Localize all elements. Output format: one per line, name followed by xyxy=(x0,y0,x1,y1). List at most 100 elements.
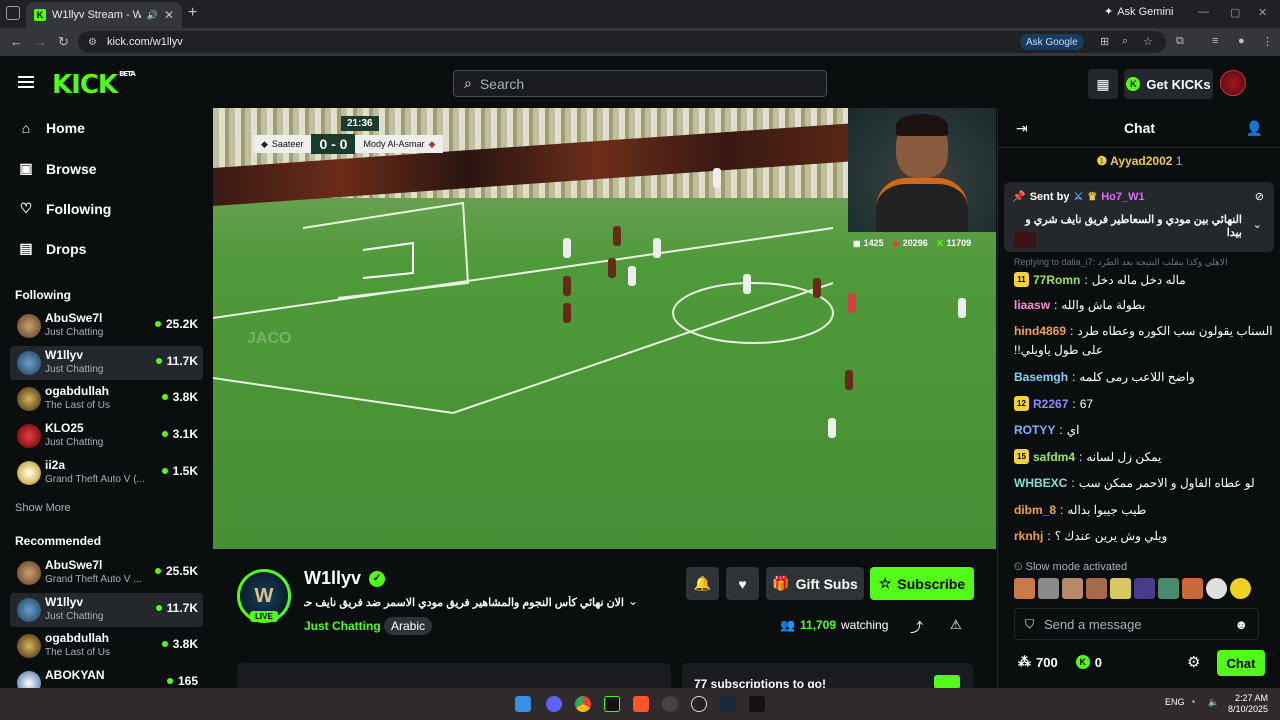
start-icon[interactable] xyxy=(515,696,531,712)
chat-username[interactable]: Basemgh xyxy=(1014,370,1068,384)
recommended-channel[interactable]: ogabdullah The Last of Us 3.8K xyxy=(10,629,203,663)
language-indicator[interactable]: ENG xyxy=(1165,697,1185,707)
following-channel[interactable]: ogabdullah The Last of Us 3.8K xyxy=(10,382,203,416)
video-player[interactable]: JACO 21:36 ◆ Saateer 0 - 0 Mody Al-Asmar ◆… xyxy=(213,108,996,549)
following-channel[interactable]: W1llyv Just Chatting 11.7K xyxy=(10,346,203,380)
show-more-link[interactable]: Show More xyxy=(15,502,71,514)
expand-pin-chevron-icon[interactable]: ⌄ xyxy=(1253,218,1262,231)
recommended-channel[interactable]: AbuSwe7l Grand Theft Auto V ... 25.5K xyxy=(10,556,203,590)
emote[interactable] xyxy=(1014,578,1035,599)
ask-google-button[interactable]: Ask Google xyxy=(1020,34,1084,50)
emote[interactable] xyxy=(1062,578,1083,599)
stream-tag[interactable]: Arabic xyxy=(384,617,433,635)
new-tab-icon[interactable]: + xyxy=(188,4,197,22)
pinned-username[interactable]: Ho7_W1 xyxy=(1101,191,1144,203)
nav-home[interactable]: ⌂ Home xyxy=(18,120,85,136)
goal-action-button[interactable] xyxy=(934,675,960,688)
site-info-icon[interactable]: ⚙ xyxy=(88,37,97,48)
streamer-name[interactable]: W1llyv xyxy=(304,568,361,589)
chat-username[interactable]: WHBEXC xyxy=(1014,476,1067,490)
wifi-icon[interactable]: ◔ xyxy=(1190,697,1195,707)
share-icon[interactable]: ⤴ xyxy=(910,617,923,636)
reload-icon[interactable]: ↻ xyxy=(58,34,69,50)
tab-list-icon[interactable] xyxy=(6,6,20,20)
get-kicks-button[interactable]: K Get KICKs xyxy=(1124,69,1213,99)
app-icon[interactable] xyxy=(749,696,765,712)
chat-input-box[interactable]: ⛉ ☻ xyxy=(1014,608,1259,640)
follow-button[interactable]: ♥ xyxy=(726,567,759,600)
recommended-channel[interactable]: W1llyv Just Chatting 11.7K xyxy=(10,593,203,627)
chevron-down-icon[interactable]: ⌄ xyxy=(628,594,638,608)
nav-following[interactable]: ♡ Following xyxy=(18,200,112,217)
gift-subs-button[interactable]: 🎁 Gift Subs xyxy=(766,567,864,600)
chat-username[interactable]: hind4869 xyxy=(1014,324,1066,338)
zoom-icon[interactable]: ⌕ xyxy=(1122,35,1128,48)
back-icon[interactable]: ← xyxy=(10,34,23,49)
chat-username[interactable]: liaasw xyxy=(1014,298,1050,312)
minimize-icon[interactable]: — xyxy=(1198,6,1209,18)
stream-category-link[interactable]: Just Chatting xyxy=(304,619,381,633)
following-channel[interactable]: ii2a Grand Theft Auto V (... 1.5K xyxy=(10,456,203,490)
emoji-icon[interactable]: ☻ xyxy=(1234,617,1248,632)
chat-username[interactable]: safdm4 xyxy=(1033,450,1075,464)
search-input[interactable] xyxy=(479,75,800,92)
send-chat-button[interactable]: Chat xyxy=(1217,650,1265,676)
hide-pin-icon[interactable]: ⊘ xyxy=(1255,190,1264,203)
chrome-icon[interactable] xyxy=(575,696,591,712)
chat-settings-gear-icon[interactable]: ⚙ xyxy=(1187,653,1200,671)
emote[interactable] xyxy=(1206,578,1227,599)
close-tab-icon[interactable]: ✕ xyxy=(164,8,174,22)
extensions-icon[interactable]: ⧉ xyxy=(1176,35,1184,48)
chat-username[interactable]: R2267 xyxy=(1033,397,1068,411)
bookmark-star-icon[interactable]: ☆ xyxy=(1143,35,1153,48)
nav-browse[interactable]: ▣ Browse xyxy=(18,160,96,177)
chat-users-icon[interactable]: 👤 xyxy=(1246,120,1263,137)
profile-icon[interactable]: ● xyxy=(1238,35,1245,47)
emote[interactable] xyxy=(1110,578,1131,599)
report-icon[interactable]: ⚠ xyxy=(950,617,962,633)
emote[interactable] xyxy=(1038,578,1059,599)
url-field[interactable]: ⚙ kick.com/w1llyv xyxy=(78,31,1166,53)
kicks-balance[interactable]: K0 xyxy=(1075,655,1102,670)
translate-icon[interactable]: ⊞ xyxy=(1100,35,1109,48)
nav-drops[interactable]: ▤ Drops xyxy=(18,240,86,257)
recommended-channel[interactable]: ABOKYAN 165 xyxy=(10,666,203,688)
volume-icon[interactable]: 🔈 xyxy=(1208,697,1219,708)
obs-icon[interactable] xyxy=(662,696,678,712)
chat-username[interactable]: rknhj xyxy=(1014,529,1043,543)
maximize-icon[interactable]: ▢ xyxy=(1230,6,1240,19)
kick-logo[interactable]: KICK BETA xyxy=(52,70,136,100)
steam-icon[interactable] xyxy=(720,696,736,712)
chat-username[interactable]: ROTYY xyxy=(1014,423,1055,437)
discord-icon[interactable] xyxy=(546,696,562,712)
emote[interactable] xyxy=(1134,578,1155,599)
forward-icon[interactable]: → xyxy=(34,34,47,49)
chat-username[interactable]: 77Romn xyxy=(1033,273,1080,287)
kick-app-icon[interactable] xyxy=(604,696,620,712)
ask-gemini-button[interactable]: ✦ Ask Gemini xyxy=(1104,5,1173,19)
reading-list-icon[interactable]: ≡ xyxy=(1212,35,1218,47)
browser-menu-icon[interactable]: ⋮ xyxy=(1262,35,1273,48)
audio-icon[interactable]: 🔊 xyxy=(147,10,158,21)
subscribe-button[interactable]: ☆ Subscribe xyxy=(870,567,974,600)
emote[interactable] xyxy=(1086,578,1107,599)
notification-bell-button[interactable]: 🔔 xyxy=(686,567,719,600)
user-avatar[interactable] xyxy=(1220,70,1246,96)
browser-tab[interactable]: K W1llyv Stream - Watch Live 🔊 ✕ xyxy=(26,2,182,28)
chat-input[interactable] xyxy=(1044,616,1225,632)
chat-username[interactable]: dibm_8 xyxy=(1014,503,1056,517)
following-channel[interactable]: KLO25 Just Chatting 3.1K xyxy=(10,419,203,453)
browse-grid-button[interactable]: ▦ xyxy=(1088,69,1118,99)
app-icon[interactable] xyxy=(691,696,707,712)
brave-icon[interactable] xyxy=(633,696,649,712)
emote[interactable] xyxy=(1230,578,1251,599)
following-channel[interactable]: AbuSwe7l Just Chatting 25.2K xyxy=(10,309,203,343)
top-gifter[interactable]: ❶ Ayyad2002 1 xyxy=(998,154,1280,168)
emote[interactable] xyxy=(1182,578,1203,599)
close-window-icon[interactable]: ✕ xyxy=(1258,6,1267,19)
search-bar[interactable]: ⌕ xyxy=(453,70,827,97)
menu-icon[interactable] xyxy=(18,76,34,88)
emote[interactable] xyxy=(1158,578,1179,599)
system-clock[interactable]: 2:27 AM 8/10/2025 xyxy=(1228,693,1268,715)
channel-points[interactable]: ⁂ 700 xyxy=(1018,654,1058,670)
